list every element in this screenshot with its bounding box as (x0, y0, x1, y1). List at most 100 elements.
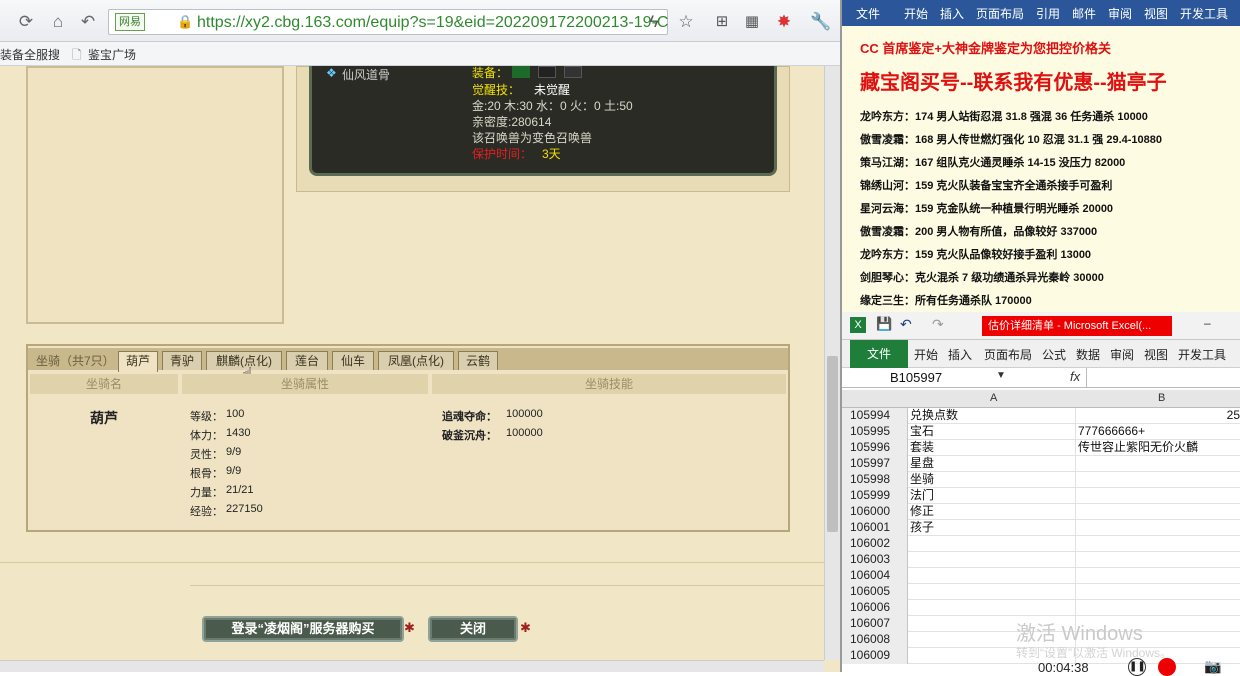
address-bar[interactable]: 网易 🔒 https://xy2.cbg.163.com/equip?s=19&… (108, 9, 668, 35)
redo-icon[interactable]: ↷ (932, 316, 944, 333)
fx-label[interactable]: fx (1070, 369, 1080, 384)
lightning-icon[interactable]: ϟ (644, 12, 664, 32)
cell-b[interactable] (1078, 584, 1240, 600)
word-tab[interactable]: 插入 (940, 5, 964, 22)
cell-a[interactable] (910, 584, 1076, 600)
extension-icon[interactable]: ✸ (774, 12, 794, 32)
row-number[interactable]: 106003 (842, 552, 908, 568)
stop-record-icon[interactable] (1158, 658, 1176, 676)
equip-slot[interactable] (512, 66, 530, 78)
cell-a[interactable]: 宝石 (910, 424, 1076, 440)
cell-a[interactable]: 法门 (910, 488, 1076, 504)
tab-mount[interactable]: 仙车 (332, 351, 374, 370)
row-number[interactable]: 106004 (842, 568, 908, 584)
tab-mount[interactable]: 云鹤 (458, 351, 498, 370)
excel-tab[interactable]: 审阅 (1110, 346, 1134, 363)
row-number[interactable]: 105998 (842, 472, 908, 488)
cell-b[interactable]: 25 (1078, 408, 1240, 424)
excel-tab[interactable]: 页面布局 (984, 346, 1032, 363)
window-icon[interactable]: ▦ (742, 12, 762, 32)
excel-tab[interactable]: 开发工具 (1178, 346, 1226, 363)
tools-icon[interactable]: 🔧 (810, 12, 831, 32)
cell-a[interactable]: 星盘 (910, 456, 1076, 472)
tab-mount[interactable]: 莲台 (286, 351, 328, 370)
home-icon[interactable]: ⌂ (48, 12, 68, 32)
excel-file-tab[interactable]: 文件 (850, 340, 908, 368)
horizontal-scrollbar[interactable] (0, 660, 824, 672)
camera-icon[interactable]: 📷 (1204, 658, 1221, 675)
row-number[interactable]: 105996 (842, 440, 908, 456)
minimize-icon[interactable]: – (1204, 316, 1211, 330)
excel-tab[interactable]: 视图 (1144, 346, 1168, 363)
chevron-down-icon[interactable]: ▼ (996, 370, 1006, 381)
character-panel (26, 66, 284, 324)
cell-b[interactable] (1078, 504, 1240, 520)
cell-a[interactable]: 坐骑 (910, 472, 1076, 488)
vertical-scrollbar[interactable] (824, 66, 840, 660)
cell-b[interactable]: 传世容止紫阳无价火麟 (1078, 440, 1240, 456)
tab-mount[interactable]: 凤凰(点化) (378, 351, 454, 370)
cell-a[interactable]: 套装 (910, 440, 1076, 456)
cell-b[interactable] (1078, 520, 1240, 536)
col-header-b[interactable]: B (1158, 392, 1165, 404)
cell-b[interactable] (1078, 536, 1240, 552)
star-icon[interactable]: ☆ (676, 12, 696, 32)
cell-b[interactable] (1078, 552, 1240, 568)
sheet-row: 106002 (842, 536, 1240, 552)
excel-tab[interactable]: 数据 (1076, 346, 1100, 363)
tab-mount[interactable]: 葫芦 (118, 351, 158, 372)
equip-slot[interactable] (538, 66, 556, 78)
word-tab[interactable]: 文件 (856, 5, 880, 22)
back-icon[interactable]: ↶ (78, 12, 98, 32)
row-number[interactable]: 105994 (842, 408, 908, 424)
row-number[interactable]: 105997 (842, 456, 908, 472)
undo-icon[interactable]: ↶ (900, 316, 912, 333)
word-tab[interactable]: 引用 (1036, 5, 1060, 22)
word-tab[interactable]: 审阅 (1108, 5, 1132, 22)
cell-b[interactable]: 777666666+ (1078, 424, 1240, 440)
row-number[interactable]: 106002 (842, 536, 908, 552)
buy-button[interactable]: 登录“凌烟阁”服务器购买 (202, 616, 404, 642)
excel-tab[interactable]: 公式 (1042, 346, 1066, 363)
word-tab[interactable]: 页面布局 (976, 5, 1024, 22)
cell-a[interactable]: 修正 (910, 504, 1076, 520)
cell-a[interactable]: 兑换点数 (910, 408, 1076, 424)
row-number[interactable]: 106007 (842, 616, 908, 632)
refresh-icon[interactable]: ⟳ (16, 12, 36, 32)
cell-b[interactable] (1078, 488, 1240, 504)
equip-slot[interactable] (564, 66, 582, 78)
cell-b[interactable] (1078, 456, 1240, 472)
row-number[interactable]: 106008 (842, 632, 908, 648)
word-tab[interactable]: 视图 (1144, 5, 1168, 22)
cell-a[interactable] (910, 552, 1076, 568)
grid-icon[interactable]: ⊞ (712, 12, 732, 32)
row-number[interactable]: 106001 (842, 520, 908, 536)
row-number[interactable]: 106006 (842, 600, 908, 616)
pause-icon[interactable]: ❚❚ (1128, 658, 1146, 676)
cell-b[interactable] (1078, 600, 1240, 616)
word-tab[interactable]: 开始 (904, 5, 928, 22)
bookmark-item[interactable]: 鉴宝广场 (88, 46, 136, 63)
cell-a[interactable] (910, 568, 1076, 584)
excel-tab[interactable]: 开始 (914, 346, 938, 363)
scroll-thumb[interactable] (827, 356, 838, 532)
save-icon[interactable]: 💾 (876, 316, 892, 332)
word-tab[interactable]: 邮件 (1072, 5, 1096, 22)
row-number[interactable]: 106000 (842, 504, 908, 520)
cell-b[interactable] (1078, 568, 1240, 584)
excel-tab[interactable]: 插入 (948, 346, 972, 363)
cell-a[interactable] (910, 600, 1076, 616)
row-number[interactable]: 106005 (842, 584, 908, 600)
word-tab[interactable]: 开发工具 (1180, 5, 1228, 22)
cell-a[interactable] (910, 536, 1076, 552)
bookmark-item[interactable]: 装备全服搜 (0, 46, 60, 63)
row-number[interactable]: 106009 (842, 648, 908, 664)
col-header-a[interactable]: A (990, 392, 997, 404)
row-number[interactable]: 105995 (842, 424, 908, 440)
close-button[interactable]: 关闭 (428, 616, 518, 642)
cell-a[interactable]: 孩子 (910, 520, 1076, 536)
row-number[interactable]: 105999 (842, 488, 908, 504)
name-box[interactable]: B105997 (890, 370, 942, 385)
cell-b[interactable] (1078, 472, 1240, 488)
tab-mount[interactable]: 青驴 (162, 351, 202, 370)
